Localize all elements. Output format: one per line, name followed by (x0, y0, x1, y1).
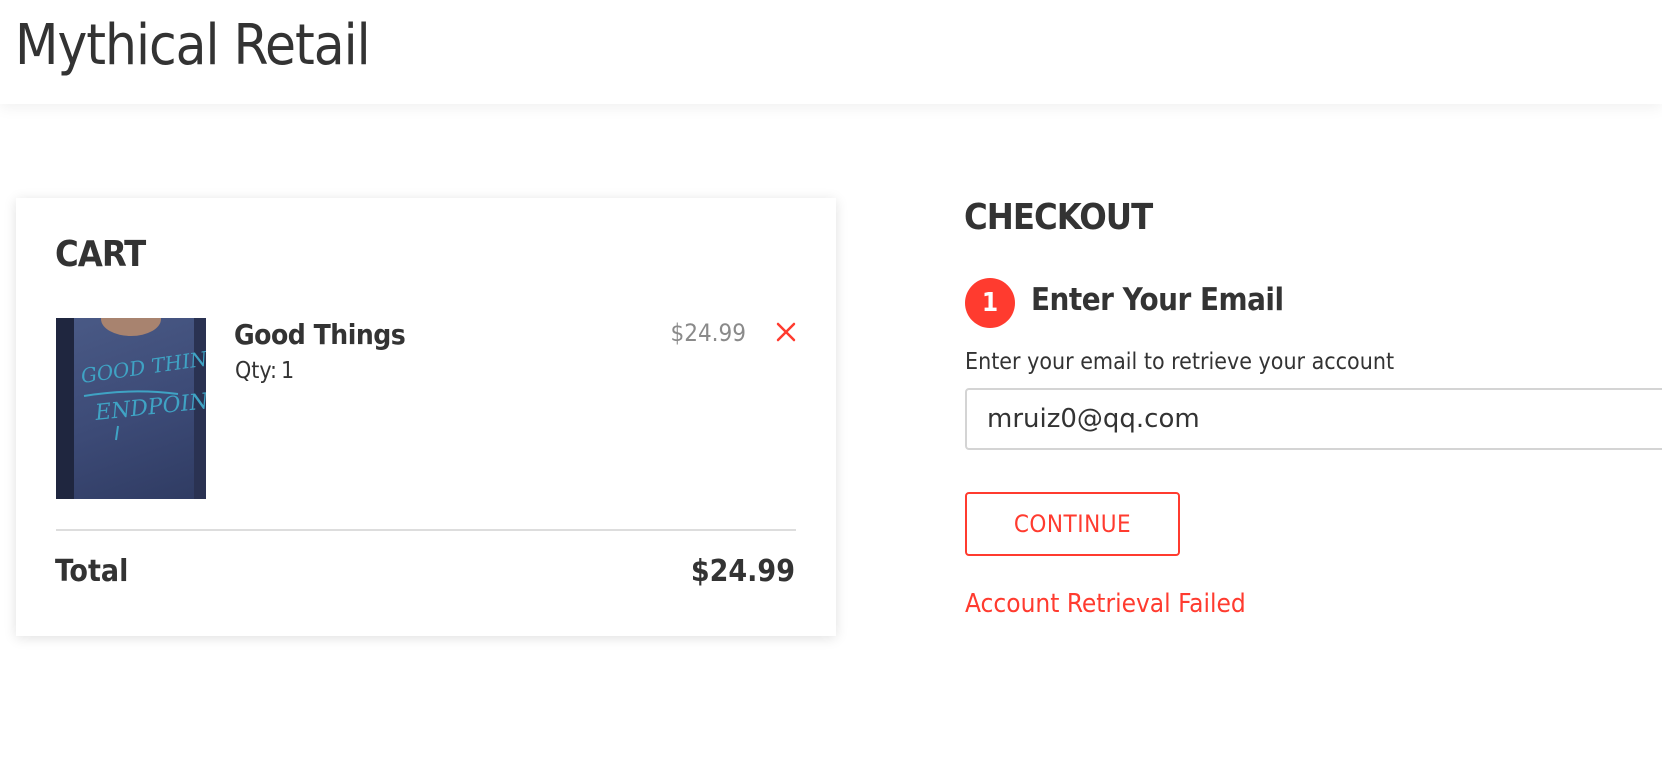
qty-value: 1 (280, 358, 295, 384)
email-field-label: Enter your email to retrieve your accoun… (965, 349, 1395, 375)
close-icon (776, 322, 796, 342)
cart-title: CART (55, 234, 146, 275)
checkout-title: CHECKOUT (964, 197, 1153, 238)
continue-button[interactable]: CONTINUE (965, 492, 1180, 556)
site-header: Mythical Retail (0, 0, 1662, 104)
cart-panel: CART GOOD THINGS ENDPOINT Good Things Qt… (16, 198, 836, 636)
total-label: Total (55, 554, 129, 589)
cart-item-name[interactable]: Good Things (234, 318, 406, 351)
brand-logo-text[interactable]: Mythical Retail (15, 14, 371, 78)
total-value: $24.99 (690, 554, 795, 589)
step-title: Enter Your Email (1031, 282, 1284, 318)
error-message: Account Retrieval Failed (965, 589, 1246, 619)
print-line-1: GOOD THINGS (79, 342, 206, 388)
cart-divider (56, 529, 796, 531)
cart-item-qty: Qty: 1 (235, 358, 294, 384)
remove-item-button[interactable] (772, 318, 800, 346)
cart-item-price: $24.99 (670, 319, 746, 347)
email-field[interactable] (965, 388, 1662, 450)
qty-label: Qty: (235, 358, 277, 384)
tshirt-print-graphic: GOOD THINGS ENDPOINT (79, 342, 206, 441)
step-number-badge: 1 (965, 278, 1015, 328)
product-image: GOOD THINGS ENDPOINT (56, 318, 206, 499)
